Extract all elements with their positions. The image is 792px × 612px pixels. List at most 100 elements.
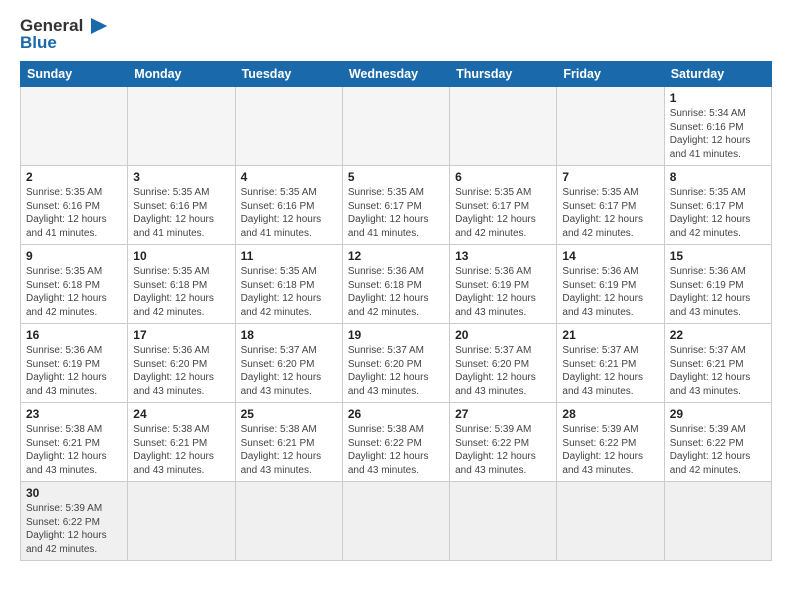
day-info: Sunrise: 5:38 AM Sunset: 6:21 PM Dayligh… [241, 423, 337, 477]
calendar-cell: 9 Sunrise: 5:35 AM Sunset: 6:18 PM Daylig… [21, 245, 128, 324]
calendar-cell: 29Sunrise: 5:39 AM Sunset: 6:22 PM Dayli… [664, 403, 771, 482]
calendar-cell: 6Sunrise: 5:35 AM Sunset: 6:17 PM Daylig… [450, 166, 557, 245]
calendar-cell: 13 Sunrise: 5:36 AM Sunset: 6:19 PM Dayli… [450, 245, 557, 324]
day-number: 13 [455, 249, 551, 263]
day-number: 15 [670, 249, 766, 263]
calendar-cell: 7 Sunrise: 5:35 AM Sunset: 6:17 PM Daylig… [557, 166, 664, 245]
day-info: Sunrise: 5:37 AM Sunset: 6:21 PM Dayligh… [670, 344, 766, 398]
day-number: 9 [26, 249, 122, 263]
day-number: 19 [348, 328, 444, 342]
day-number: 25 [241, 407, 337, 421]
calendar-cell [557, 482, 664, 561]
day-info: Sunrise: 5:37 AM Sunset: 6:20 PM Dayligh… [455, 344, 551, 398]
calendar-cell [342, 87, 449, 166]
day-number: 2 [26, 170, 122, 184]
day-number: 5 [348, 170, 444, 184]
calendar-cell: 26 Sunrise: 5:38 AM Sunset: 6:22 PM Dayli… [342, 403, 449, 482]
calendar-cell [128, 87, 235, 166]
calendar-cell: 8Sunrise: 5:35 AM Sunset: 6:17 PM Daylig… [664, 166, 771, 245]
calendar-cell: 12 Sunrise: 5:36 AM Sunset: 6:18 PM Dayli… [342, 245, 449, 324]
day-number: 22 [670, 328, 766, 342]
calendar-cell [664, 482, 771, 561]
day-info: Sunrise: 5:35 AM Sunset: 6:17 PM Dayligh… [455, 186, 551, 240]
col-header-saturday: Saturday [664, 62, 771, 87]
calendar-cell: 14 Sunrise: 5:36 AM Sunset: 6:19 PM Dayli… [557, 245, 664, 324]
calendar-cell: 25 Sunrise: 5:38 AM Sunset: 6:21 PM Dayli… [235, 403, 342, 482]
calendar-week-row: 9 Sunrise: 5:35 AM Sunset: 6:18 PM Daylig… [21, 245, 772, 324]
calendar-cell: 1 Sunrise: 5:34 AM Sunset: 6:16 PM Daylig… [664, 87, 771, 166]
day-number: 24 [133, 407, 229, 421]
day-number: 14 [562, 249, 658, 263]
calendar-cell: 2 Sunrise: 5:35 AM Sunset: 6:16 PM Daylig… [21, 166, 128, 245]
calendar-cell: 23Sunrise: 5:38 AM Sunset: 6:21 PM Dayli… [21, 403, 128, 482]
calendar-cell [557, 87, 664, 166]
day-number: 30 [26, 486, 122, 500]
day-info: Sunrise: 5:35 AM Sunset: 6:16 PM Dayligh… [26, 186, 122, 240]
day-number: 17 [133, 328, 229, 342]
day-info: Sunrise: 5:35 AM Sunset: 6:17 PM Dayligh… [348, 186, 444, 240]
day-number: 4 [241, 170, 337, 184]
calendar-cell: 30 Sunrise: 5:39 AM Sunset: 6:22 PM Dayli… [21, 482, 128, 561]
day-info: Sunrise: 5:35 AM Sunset: 6:17 PM Dayligh… [562, 186, 658, 240]
calendar-cell: 21 Sunrise: 5:37 AM Sunset: 6:21 PM Dayli… [557, 324, 664, 403]
col-header-sunday: Sunday [21, 62, 128, 87]
day-info: Sunrise: 5:36 AM Sunset: 6:19 PM Dayligh… [562, 265, 658, 319]
day-info: Sunrise: 5:36 AM Sunset: 6:19 PM Dayligh… [670, 265, 766, 319]
day-number: 27 [455, 407, 551, 421]
day-number: 16 [26, 328, 122, 342]
day-info: Sunrise: 5:38 AM Sunset: 6:21 PM Dayligh… [26, 423, 122, 477]
calendar-cell: 4 Sunrise: 5:35 AM Sunset: 6:16 PM Daylig… [235, 166, 342, 245]
day-info: Sunrise: 5:39 AM Sunset: 6:22 PM Dayligh… [26, 502, 122, 556]
calendar-cell: 11 Sunrise: 5:35 AM Sunset: 6:18 PM Dayli… [235, 245, 342, 324]
calendar-cell: 18Sunrise: 5:37 AM Sunset: 6:20 PM Dayli… [235, 324, 342, 403]
day-number: 26 [348, 407, 444, 421]
col-header-tuesday: Tuesday [235, 62, 342, 87]
day-info: Sunrise: 5:39 AM Sunset: 6:22 PM Dayligh… [455, 423, 551, 477]
day-info: Sunrise: 5:36 AM Sunset: 6:18 PM Dayligh… [348, 265, 444, 319]
calendar-cell: 28Sunrise: 5:39 AM Sunset: 6:22 PM Dayli… [557, 403, 664, 482]
calendar-cell [450, 87, 557, 166]
calendar-table: SundayMondayTuesdayWednesdayThursdayFrid… [20, 61, 772, 561]
day-number: 8 [670, 170, 766, 184]
day-info: Sunrise: 5:35 AM Sunset: 6:16 PM Dayligh… [133, 186, 229, 240]
day-info: Sunrise: 5:36 AM Sunset: 6:19 PM Dayligh… [26, 344, 122, 398]
day-info: Sunrise: 5:36 AM Sunset: 6:19 PM Dayligh… [455, 265, 551, 319]
calendar-cell [128, 482, 235, 561]
day-info: Sunrise: 5:34 AM Sunset: 6:16 PM Dayligh… [670, 107, 766, 161]
day-info: Sunrise: 5:38 AM Sunset: 6:21 PM Dayligh… [133, 423, 229, 477]
calendar-cell: 19 Sunrise: 5:37 AM Sunset: 6:20 PM Dayli… [342, 324, 449, 403]
calendar-week-row: 1 Sunrise: 5:34 AM Sunset: 6:16 PM Daylig… [21, 87, 772, 166]
calendar-cell [235, 87, 342, 166]
day-number: 20 [455, 328, 551, 342]
calendar-week-row: 23Sunrise: 5:38 AM Sunset: 6:21 PM Dayli… [21, 403, 772, 482]
day-info: Sunrise: 5:36 AM Sunset: 6:20 PM Dayligh… [133, 344, 229, 398]
day-number: 21 [562, 328, 658, 342]
page-header: General Blue [20, 16, 772, 53]
calendar-cell: 10Sunrise: 5:35 AM Sunset: 6:18 PM Dayli… [128, 245, 235, 324]
day-number: 7 [562, 170, 658, 184]
col-header-friday: Friday [557, 62, 664, 87]
day-info: Sunrise: 5:37 AM Sunset: 6:21 PM Dayligh… [562, 344, 658, 398]
day-info: Sunrise: 5:37 AM Sunset: 6:20 PM Dayligh… [348, 344, 444, 398]
col-header-thursday: Thursday [450, 62, 557, 87]
logo-triangle-icon [85, 17, 107, 35]
day-number: 12 [348, 249, 444, 263]
day-number: 1 [670, 91, 766, 105]
calendar-week-row: 16 Sunrise: 5:36 AM Sunset: 6:19 PM Dayli… [21, 324, 772, 403]
day-number: 3 [133, 170, 229, 184]
col-header-wednesday: Wednesday [342, 62, 449, 87]
calendar-cell: 27 Sunrise: 5:39 AM Sunset: 6:22 PM Dayli… [450, 403, 557, 482]
day-number: 28 [562, 407, 658, 421]
day-info: Sunrise: 5:35 AM Sunset: 6:18 PM Dayligh… [26, 265, 122, 319]
calendar-week-row: 30 Sunrise: 5:39 AM Sunset: 6:22 PM Dayli… [21, 482, 772, 561]
day-number: 11 [241, 249, 337, 263]
day-info: Sunrise: 5:38 AM Sunset: 6:22 PM Dayligh… [348, 423, 444, 477]
day-info: Sunrise: 5:37 AM Sunset: 6:20 PM Dayligh… [241, 344, 337, 398]
logo-blue-text: Blue [20, 33, 57, 53]
day-info: Sunrise: 5:35 AM Sunset: 6:18 PM Dayligh… [241, 265, 337, 319]
col-header-monday: Monday [128, 62, 235, 87]
day-info: Sunrise: 5:35 AM Sunset: 6:16 PM Dayligh… [241, 186, 337, 240]
calendar-cell: 22 Sunrise: 5:37 AM Sunset: 6:21 PM Dayli… [664, 324, 771, 403]
day-info: Sunrise: 5:35 AM Sunset: 6:18 PM Dayligh… [133, 265, 229, 319]
calendar-cell: 5 Sunrise: 5:35 AM Sunset: 6:17 PM Daylig… [342, 166, 449, 245]
